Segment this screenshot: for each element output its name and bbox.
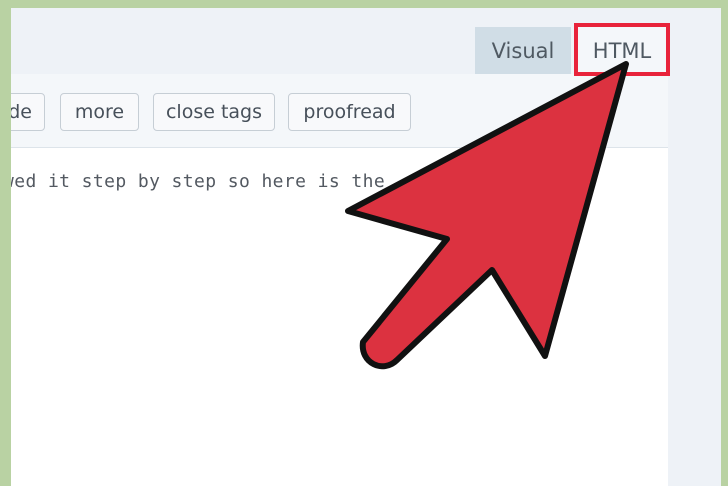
more-button[interactable]: more	[60, 93, 139, 131]
editor-tabs: Visual HTML	[11, 8, 670, 74]
tab-html[interactable]: HTML	[574, 27, 670, 74]
code-button[interactable]: de	[11, 93, 45, 131]
proofread-button[interactable]: proofread	[288, 93, 411, 131]
content-textarea[interactable]: wed it step by step so here is the ed	[11, 148, 668, 486]
close-tags-button[interactable]: close tags	[153, 93, 275, 131]
post-editor: Visual HTML de more close tags proofread…	[11, 8, 670, 486]
tab-visual[interactable]: Visual	[475, 27, 571, 74]
editor-window: Visual HTML de more close tags proofread…	[11, 8, 721, 486]
quicktags-toolbar: de more close tags proofread	[11, 74, 668, 148]
content-text: wed it step by step so here is the ed	[11, 171, 520, 192]
